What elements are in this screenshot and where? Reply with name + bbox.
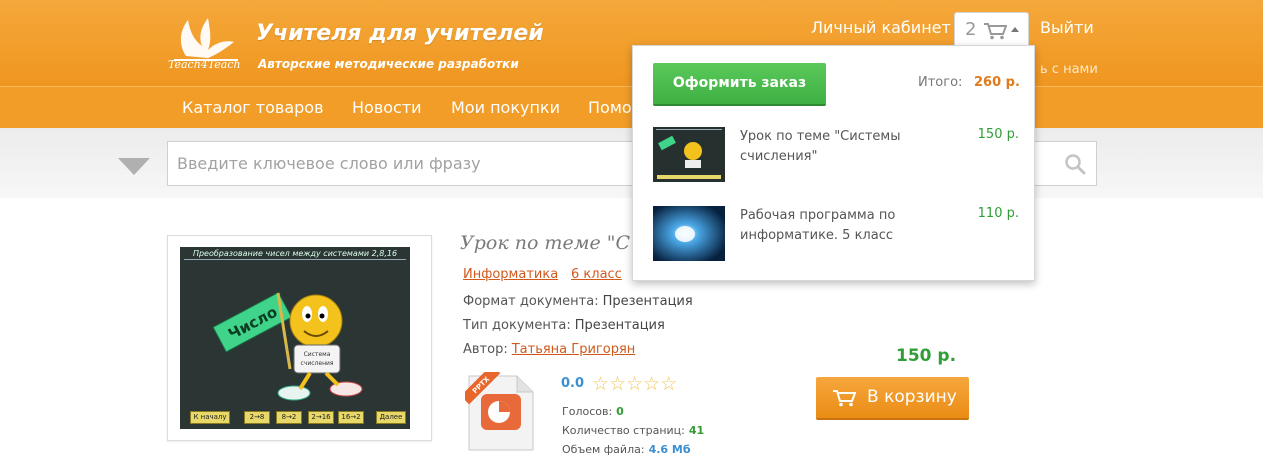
star-icon[interactable]: ☆ (592, 373, 609, 395)
slide-button: 2→8 (244, 411, 270, 424)
site-title[interactable]: Учителя для учителей (256, 21, 544, 46)
logout-link[interactable]: Выйти (1040, 18, 1094, 37)
svg-text:Система: Система (304, 351, 331, 358)
star-icon[interactable]: ☆ (643, 373, 660, 395)
svg-text:счисления: счисления (301, 360, 334, 367)
product-title: Урок по теме "С (460, 232, 631, 254)
cart-item[interactable]: Урок по теме "Системы счисления" 150 р. (653, 127, 1023, 183)
star-icon[interactable]: ☆ (609, 373, 626, 395)
cart-item-name[interactable]: Урок по теме "Системы счисления" (740, 127, 930, 167)
tag-grade-link[interactable]: 6 класс (571, 267, 622, 282)
size-value: 4.6 Мб (648, 443, 691, 456)
pptx-file-icon: PPTX (465, 372, 534, 451)
account-link[interactable]: Личный кабинет (811, 18, 951, 37)
cart-item-price: 150 р. (977, 127, 1019, 142)
pages-row: Количество страниц: 41 (562, 424, 704, 437)
cart-icon (984, 23, 1007, 40)
votes-row: Голосов: 0 (562, 405, 624, 418)
slide-button: 16→2 (338, 411, 364, 424)
rating-value: 0.0 (561, 376, 585, 391)
cart-item[interactable]: Рабочая программа по информатике. 5 клас… (653, 206, 1023, 262)
product-image[interactable]: Преобразование чисел между системами 2,8… (167, 235, 432, 441)
nav-item-help[interactable]: Помо (588, 98, 632, 117)
checkout-button[interactable]: Оформить заказ (653, 63, 826, 104)
contact-link[interactable]: ь с нами (1040, 62, 1098, 77)
tag-subject-link[interactable]: Информатика (463, 267, 558, 282)
search-placeholder: Введите ключевое слово или фразу (177, 154, 481, 173)
chevron-up-icon (1011, 27, 1019, 32)
slide-button: Далее (376, 411, 406, 424)
cart-item-thumbnail[interactable] (653, 206, 725, 261)
size-row: Объем файла: 4.6 Мб (562, 443, 691, 456)
votes-label: Голосов: (562, 405, 613, 418)
cart-count: 2 (965, 19, 977, 40)
slide-button: 8→2 (276, 411, 302, 424)
logo-text: Teach4Teach (168, 58, 241, 71)
slide-button: К началу (190, 411, 230, 424)
star-icon[interactable]: ☆ (660, 373, 677, 395)
format-value: Презентация (602, 294, 693, 309)
nav-item-purchases[interactable]: Мои покупки (451, 98, 560, 117)
pages-label: Количество страниц: (562, 424, 685, 437)
author-link[interactable]: Татьяна Григорян (512, 342, 636, 357)
nav-item-news[interactable]: Новости (352, 98, 422, 117)
star-icon[interactable]: ☆ (626, 373, 643, 395)
nav-item-catalog[interactable]: Каталог товаров (182, 98, 324, 117)
size-label: Объем файла: (562, 443, 645, 456)
cart-item-thumbnail[interactable] (653, 127, 725, 182)
pages-value: 41 (688, 424, 705, 437)
add-to-cart-button[interactable]: В корзину (816, 377, 969, 418)
author-label: Автор: (463, 342, 508, 357)
search-icon[interactable] (1064, 153, 1086, 175)
type-label: Тип документа: (463, 318, 571, 333)
slide-button: 2→16 (308, 411, 334, 424)
author-row: Автор: Татьяна Григорян (463, 342, 635, 357)
cart-icon (833, 390, 856, 407)
votes-value: 0 (616, 405, 624, 418)
format-label: Формат документа: (463, 294, 599, 309)
slide-title: Преобразование чисел между системами 2,8… (192, 249, 398, 258)
total-value: 260 р. (974, 75, 1020, 90)
cart-item-name[interactable]: Рабочая программа по информатике. 5 клас… (740, 206, 930, 246)
rating-stars[interactable]: ☆☆☆☆☆ (592, 373, 677, 395)
slide-preview: Преобразование чисел между системами 2,8… (180, 247, 410, 429)
site-subtitle: Авторские методические разработки (258, 57, 519, 71)
type-value: Презентация (574, 318, 665, 333)
total-label: Итого: (918, 75, 963, 90)
add-to-cart-label: В корзину (867, 387, 957, 407)
cart-dropdown: Оформить заказ Итого: 260 р. Урок по тем… (632, 45, 1035, 281)
type-row: Тип документа: Презентация (463, 318, 665, 333)
cart-toggle-button[interactable]: 2 (954, 12, 1029, 46)
category-dropdown-icon[interactable] (118, 158, 150, 175)
cart-item-price: 110 р. (977, 206, 1019, 221)
smiley-mascot-illustration: Число Система счисления (212, 291, 363, 401)
product-price: 150 р. (896, 346, 957, 366)
format-row: Формат документа: Презентация (463, 294, 693, 309)
